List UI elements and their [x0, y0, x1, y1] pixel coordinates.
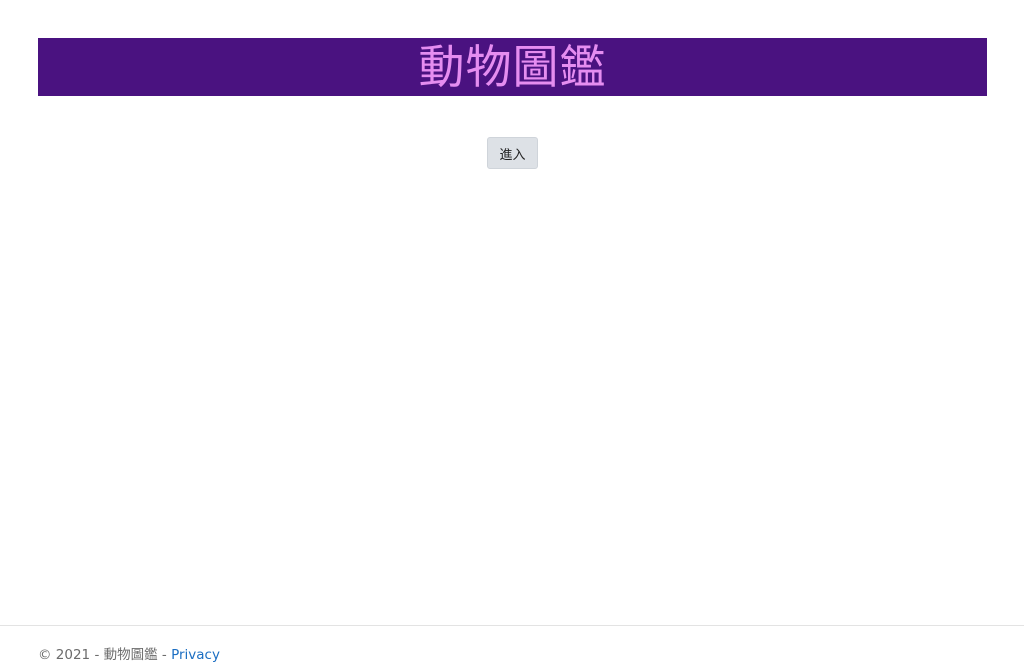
page: 動物圖鑑 進入 © 2021 - 動物圖鑑 - Privacy: [0, 0, 1024, 668]
title-banner: 動物圖鑑: [38, 38, 987, 96]
footer-text: © 2021 - 動物圖鑑 - Privacy: [38, 643, 220, 663]
footer: © 2021 - 動物圖鑑 - Privacy: [0, 625, 1024, 668]
copyright-text: © 2021 - 動物圖鑑 -: [38, 647, 172, 663]
enter-button[interactable]: 進入: [487, 137, 538, 169]
privacy-link[interactable]: Privacy: [171, 647, 220, 663]
page-title: 動物圖鑑: [418, 40, 607, 94]
